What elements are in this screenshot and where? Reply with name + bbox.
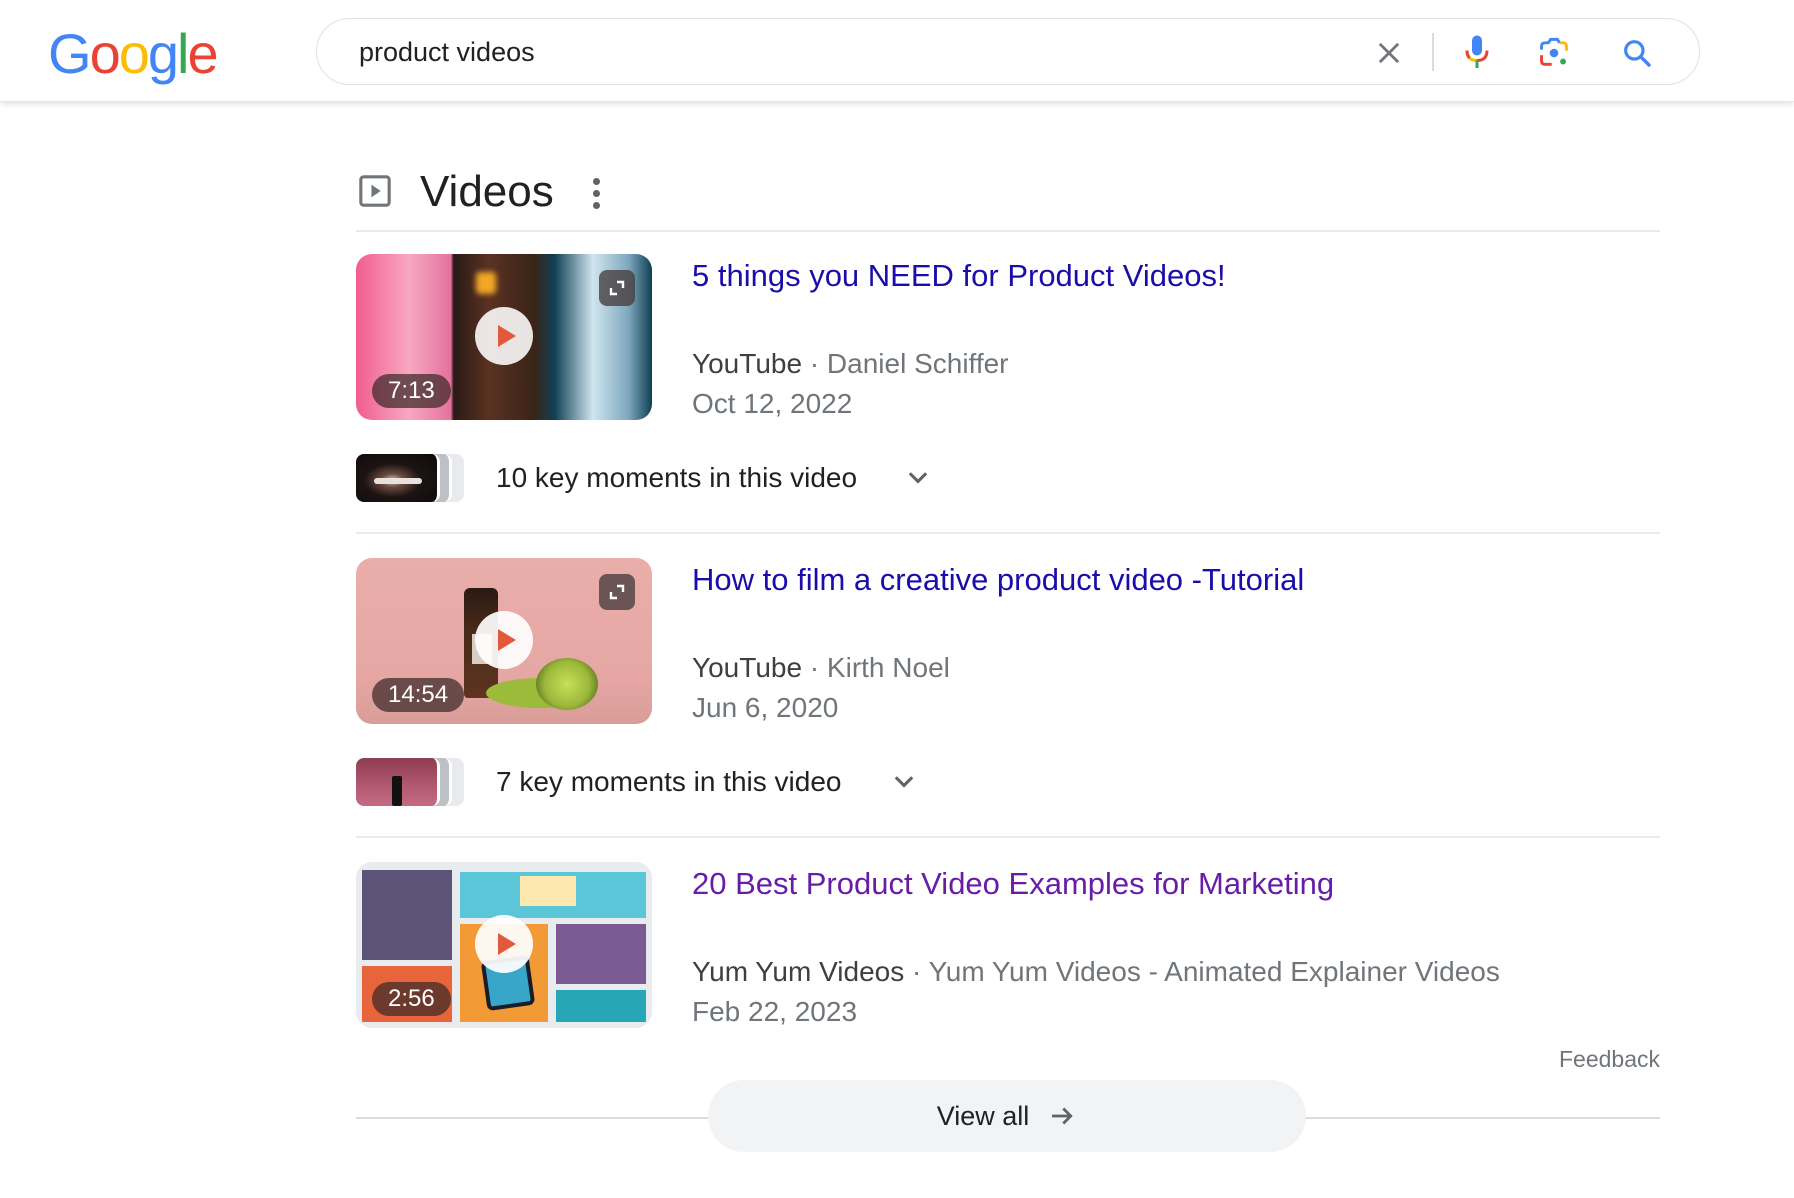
- logo-letter: o: [89, 22, 121, 85]
- video-channel: Daniel Schiffer: [826, 348, 1009, 379]
- video-title-link[interactable]: 5 things you NEED for Product Videos!: [692, 256, 1226, 296]
- key-moments-thumbnails: [356, 454, 466, 502]
- thumbnail-detail: [392, 776, 402, 806]
- video-meta: YouTube · Kirth Noel: [692, 650, 950, 686]
- feedback-link[interactable]: Feedback: [1559, 1046, 1660, 1073]
- more-options-button[interactable]: [584, 176, 608, 210]
- close-icon: [1378, 42, 1400, 64]
- video-duration: 14:54: [372, 678, 465, 712]
- search-icons-separator: [1432, 33, 1434, 71]
- videos-section-header: Videos: [356, 164, 1660, 224]
- play-icon: [475, 307, 533, 365]
- search-box: [316, 18, 1700, 85]
- thumbnail-cucumber: [536, 658, 598, 710]
- chevron-down-icon: [908, 472, 928, 484]
- divider: [356, 532, 1660, 534]
- key-moment-thumbnail: [356, 454, 440, 502]
- video-thumbnail[interactable]: 7:13: [356, 254, 652, 420]
- expand-icon: [609, 584, 625, 600]
- video-meta: YouTube · Daniel Schiffer: [692, 346, 1009, 382]
- key-moments-toggle[interactable]: 7 key moments in this video: [356, 758, 1056, 806]
- google-logo[interactable]: Google: [48, 22, 219, 86]
- video-date: Jun 6, 2020: [692, 692, 839, 723]
- divider: [356, 230, 1660, 232]
- dot: [592, 177, 600, 185]
- logo-letter: l: [177, 22, 190, 85]
- clear-search-button[interactable]: [1369, 33, 1409, 73]
- play-icon: [475, 611, 533, 669]
- video-thumbnail[interactable]: 2:56: [356, 862, 652, 1028]
- video-duration: 7:13: [372, 374, 451, 408]
- voice-search-button[interactable]: [1457, 33, 1497, 73]
- view-all-label: View all: [936, 1100, 1030, 1131]
- search-icon: [1624, 40, 1651, 67]
- meta-separator: ·: [904, 956, 929, 987]
- key-moments-toggle[interactable]: 10 key moments in this video: [356, 454, 1056, 502]
- key-moment-thumbnail: [356, 758, 440, 806]
- key-moments-label: 10 key moments in this video: [496, 462, 858, 493]
- divider: [356, 836, 1660, 838]
- arrow-right-icon: [1052, 1107, 1073, 1125]
- thumbnail-detail: [374, 478, 422, 484]
- video-meta: Yum Yum Videos · Yum Yum Videos - Animat…: [692, 954, 1500, 990]
- chevron-down-icon: [894, 776, 914, 788]
- video-source: YouTube: [692, 652, 803, 683]
- search-input[interactable]: [359, 35, 1259, 69]
- video-title-link[interactable]: 20 Best Product Video Examples for Marke…: [692, 864, 1334, 904]
- video-source: YouTube: [692, 348, 803, 379]
- expand-button[interactable]: [599, 574, 635, 610]
- lens-search-button[interactable]: [1534, 33, 1574, 73]
- search-submit-button[interactable]: [1617, 33, 1657, 73]
- video-channel: Kirth Noel: [826, 652, 950, 683]
- microphone-icon: [1465, 35, 1489, 68]
- video-title-link[interactable]: How to film a creative product video -Tu…: [692, 560, 1304, 600]
- dot: [592, 189, 600, 197]
- section-title: Videos: [420, 167, 554, 216]
- logo-letter: e: [187, 22, 218, 85]
- expand-icon: [609, 280, 625, 296]
- thumbnail-panel: [556, 924, 646, 984]
- key-moments-label: 7 key moments in this video: [496, 766, 842, 797]
- thumbnail-panel: [556, 990, 646, 1022]
- key-moments-thumbnails: [356, 758, 466, 806]
- thumbnail-panel: [362, 870, 452, 960]
- meta-separator: ·: [802, 348, 827, 379]
- play-icon: [475, 915, 533, 973]
- search-header: Google: [0, 0, 1794, 102]
- logo-letter: g: [147, 22, 179, 85]
- view-all-button[interactable]: View all: [708, 1080, 1306, 1152]
- expand-button[interactable]: [599, 270, 635, 306]
- logo-letter: o: [118, 22, 150, 85]
- meta-separator: ·: [802, 652, 827, 683]
- logo-letter: G: [48, 22, 92, 85]
- video-play-icon: [359, 175, 391, 207]
- video-source: Yum Yum Videos: [692, 956, 905, 987]
- video-duration: 2:56: [372, 982, 451, 1016]
- video-date: Oct 12, 2022: [692, 388, 853, 419]
- thumbnail-highlight: [476, 272, 496, 294]
- video-channel: Yum Yum Videos - Animated Explainer Vide…: [928, 956, 1500, 987]
- video-date: Feb 22, 2023: [692, 996, 858, 1027]
- google-lens-icon: [1540, 37, 1568, 66]
- dot: [592, 201, 600, 209]
- video-thumbnail[interactable]: 14:54: [356, 558, 652, 724]
- thumbnail-panel: [520, 876, 576, 906]
